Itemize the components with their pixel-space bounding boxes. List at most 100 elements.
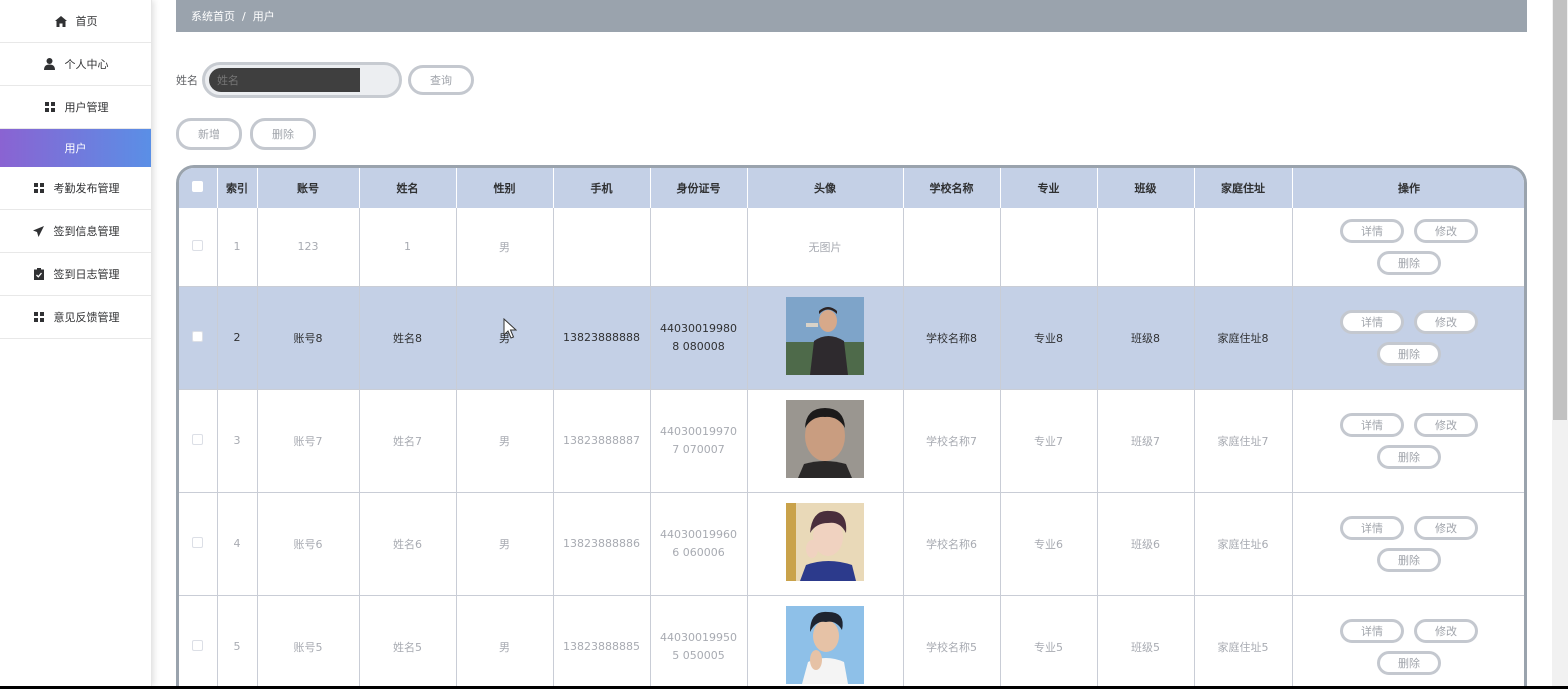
cell-account: 账号8	[257, 286, 360, 390]
table-row[interactable]: 4 账号6 姓名6 男 13823888886 440300199606 060…	[179, 492, 1524, 596]
table-row[interactable]: 1 123 1 男 无图片 详情 修改 删除	[179, 208, 1524, 287]
detail-button[interactable]: 详情	[1340, 515, 1404, 540]
cell-id-card: 440300199808 080008	[650, 286, 748, 390]
cell-address: 家庭住址8	[1194, 286, 1293, 390]
name-search-input[interactable]	[209, 68, 360, 92]
cell-avatar-empty: 无图片	[747, 208, 904, 287]
sidebar-item-users[interactable]: 用户	[0, 129, 151, 167]
header-select-all[interactable]	[179, 168, 218, 208]
edit-button[interactable]: 修改	[1414, 412, 1478, 437]
breadcrumb-home-link[interactable]: 系统首页	[191, 8, 235, 24]
sidebar-item-attendance[interactable]: 考勤发布管理	[0, 167, 151, 210]
search-field-wrapper	[202, 62, 402, 98]
cell-name: 姓名5	[359, 595, 457, 686]
sidebar-item-label: 用户	[64, 142, 87, 155]
avatar-image[interactable]	[786, 297, 864, 375]
cell-phone: 13823888886	[553, 492, 651, 596]
add-button[interactable]: 新增	[176, 118, 242, 150]
mouse-cursor-icon	[503, 317, 518, 340]
cell-id-card: 440300199606 060006	[650, 492, 748, 596]
cell-index: 4	[217, 492, 258, 596]
search-label: 姓名	[176, 74, 198, 87]
sidebar-item-label: 签到信息管理	[53, 225, 120, 238]
row-delete-button[interactable]: 删除	[1377, 444, 1441, 469]
user-icon	[43, 57, 57, 71]
avatar-image[interactable]	[786, 400, 864, 478]
row-select-cell	[179, 389, 218, 493]
row-checkbox[interactable]	[192, 536, 204, 548]
edit-button[interactable]: 修改	[1414, 218, 1478, 243]
cell-avatar	[747, 389, 904, 493]
row-delete-button[interactable]: 删除	[1377, 547, 1441, 572]
cell-school: 学校名称8	[903, 286, 1001, 390]
table-row[interactable]: 2 账号8 姓名8 男 13823888888 440300199808 080…	[179, 286, 1524, 390]
cell-class: 班级5	[1097, 595, 1195, 686]
cell-class: 班级8	[1097, 286, 1195, 390]
scrollbar-thumb[interactable]	[1553, 0, 1567, 420]
cell-class: 班级7	[1097, 389, 1195, 493]
home-icon	[54, 14, 68, 28]
cell-gender: 男	[456, 389, 554, 493]
breadcrumb: 系统首页 / 用户	[176, 0, 1527, 32]
header-address: 家庭住址	[1194, 168, 1293, 208]
detail-button[interactable]: 详情	[1340, 218, 1404, 243]
send-icon	[32, 224, 46, 238]
cell-avatar	[747, 286, 904, 390]
sidebar-item-label: 用户管理	[64, 101, 109, 114]
sidebar-item-home[interactable]: 首页	[0, 0, 151, 43]
cell-gender: 男	[456, 492, 554, 596]
cell-gender: 男	[456, 208, 554, 287]
cell-account: 账号5	[257, 595, 360, 686]
row-delete-button[interactable]: 删除	[1377, 650, 1441, 675]
batch-delete-button[interactable]: 删除	[250, 118, 316, 150]
sidebar-item-user-management[interactable]: 用户管理	[0, 86, 151, 129]
breadcrumb-separator: /	[242, 9, 246, 23]
cell-school: 学校名称5	[903, 595, 1001, 686]
row-delete-button[interactable]: 删除	[1377, 341, 1441, 366]
cell-phone: 13823888888	[553, 286, 651, 390]
table-row[interactable]: 5 账号5 姓名5 男 13823888885 440300199505 050…	[179, 595, 1524, 686]
edit-button[interactable]: 修改	[1414, 618, 1478, 643]
user-table: 索引 账号 姓名 性别 手机 身份证号 头像 学校名称 专业 班级 家庭住址 操…	[176, 165, 1527, 686]
sidebar-item-checkin-log[interactable]: 签到日志管理	[0, 253, 151, 296]
sidebar: 首页 个人中心 用户管理 用户 考勤发布管理 签到信息管理 签到日志管理 意见反…	[0, 0, 152, 686]
header-account: 账号	[257, 168, 360, 208]
row-checkbox[interactable]	[192, 433, 204, 445]
app-window: 首页 个人中心 用户管理 用户 考勤发布管理 签到信息管理 签到日志管理 意见反…	[0, 0, 1568, 689]
avatar-image[interactable]	[786, 503, 864, 581]
sidebar-item-checkin-info[interactable]: 签到信息管理	[0, 210, 151, 253]
cell-index: 2	[217, 286, 258, 390]
cell-name: 姓名8	[359, 286, 457, 390]
detail-button[interactable]: 详情	[1340, 412, 1404, 437]
sidebar-item-profile[interactable]: 个人中心	[0, 43, 151, 86]
header-operations: 操作	[1292, 168, 1524, 208]
detail-button[interactable]: 详情	[1340, 309, 1404, 334]
row-checkbox[interactable]	[192, 239, 204, 251]
cell-operations: 详情 修改 删除	[1292, 208, 1524, 287]
cell-address	[1194, 208, 1293, 287]
header-school: 学校名称	[903, 168, 1001, 208]
select-all-checkbox[interactable]	[192, 181, 204, 192]
cell-name: 姓名7	[359, 389, 457, 493]
cell-operations: 详情 修改 删除	[1292, 389, 1524, 493]
vertical-scrollbar[interactable]	[1552, 0, 1568, 686]
cell-operations: 详情 修改 删除	[1292, 492, 1524, 596]
header-avatar: 头像	[747, 168, 904, 208]
cell-name: 姓名6	[359, 492, 457, 596]
header-gender: 性别	[456, 168, 554, 208]
row-checkbox[interactable]	[192, 330, 204, 342]
edit-button[interactable]: 修改	[1414, 515, 1478, 540]
id-card-text: 440300199707 070007	[660, 424, 737, 456]
cell-address: 家庭住址5	[1194, 595, 1293, 686]
cell-school	[903, 208, 1001, 287]
row-delete-button[interactable]: 删除	[1377, 250, 1441, 275]
search-button[interactable]: 查询	[408, 65, 474, 95]
avatar-image[interactable]	[786, 606, 864, 684]
sidebar-item-label: 签到日志管理	[53, 268, 120, 281]
detail-button[interactable]: 详情	[1340, 618, 1404, 643]
edit-button[interactable]: 修改	[1414, 309, 1478, 334]
table-row[interactable]: 3 账号7 姓名7 男 13823888887 440300199707 070…	[179, 389, 1524, 493]
row-checkbox[interactable]	[192, 639, 204, 651]
sidebar-item-feedback[interactable]: 意见反馈管理	[0, 296, 151, 339]
cell-major	[1000, 208, 1098, 287]
